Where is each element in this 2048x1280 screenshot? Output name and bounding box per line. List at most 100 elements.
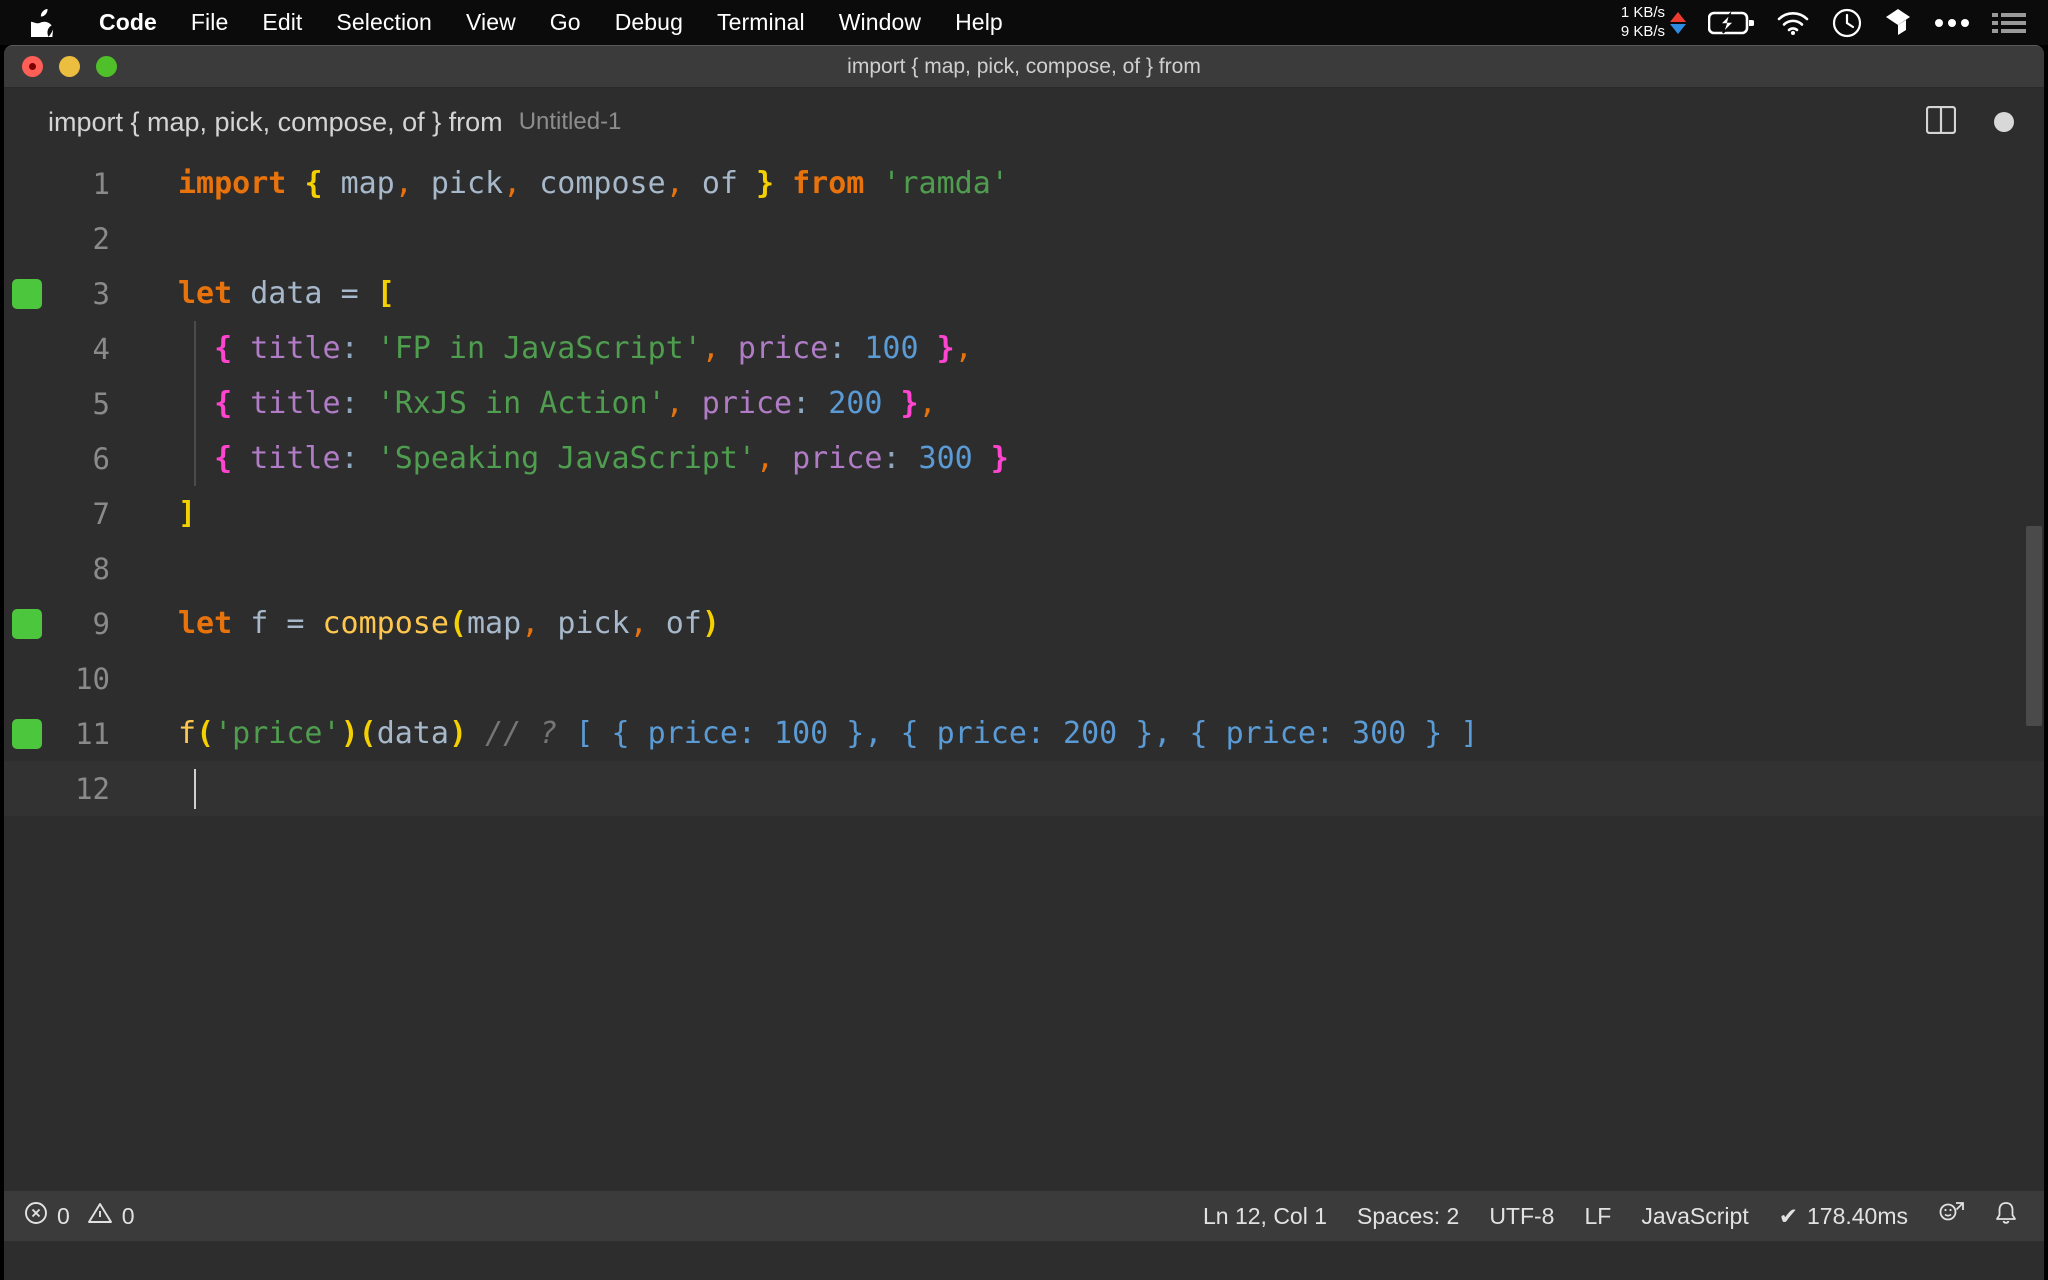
code-token: : xyxy=(340,386,359,421)
line-content[interactable]: f('price')(data) // ? [ { price: 100 }, … xyxy=(124,716,1478,751)
code-line[interactable]: 11 f('price')(data) // ? [ { price: 100 }… xyxy=(4,706,2044,761)
code-line[interactable]: 5 { title: 'RxJS in Action', price: 200 … xyxy=(4,376,2044,431)
menu-item-help[interactable]: Help xyxy=(938,9,1020,36)
code-token: { xyxy=(214,331,233,366)
code-token: : xyxy=(340,441,359,476)
code-line[interactable]: 7] xyxy=(4,486,2044,541)
battery-charging-icon[interactable] xyxy=(1708,10,1754,36)
minimize-button[interactable] xyxy=(59,56,80,77)
control-center-list-icon[interactable] xyxy=(1992,11,2026,35)
code-token: , xyxy=(629,606,648,641)
clock-icon[interactable] xyxy=(1832,8,1862,38)
code-line[interactable]: 12 xyxy=(4,761,2044,816)
code-line[interactable]: 8 xyxy=(4,541,2044,596)
code-line[interactable]: 1 import { map, pick, compose, of } from … xyxy=(4,156,2044,211)
indentation-setting[interactable]: Spaces: 2 xyxy=(1357,1203,1459,1230)
menu-item-code[interactable]: Code xyxy=(82,9,174,36)
code-editor[interactable]: 1 import { map, pick, compose, of } from … xyxy=(4,156,2044,1191)
editor-scrollbar-thumb[interactable] xyxy=(2026,526,2042,726)
code-line[interactable]: 2 xyxy=(4,211,2044,266)
line-content[interactable]: { title: 'RxJS in Action', price: 200 }, xyxy=(124,386,936,421)
line-content[interactable]: { title: 'Speaking JavaScript', price: 3… xyxy=(124,441,1009,476)
menu-item-debug[interactable]: Debug xyxy=(598,9,700,36)
code-token: 'FP in JavaScript' xyxy=(376,331,702,366)
code-token: { xyxy=(304,166,323,201)
network-speed-indicator[interactable]: 1 KB/s 9 KB/s xyxy=(1621,4,1686,42)
menu-item-window[interactable]: Window xyxy=(822,9,938,36)
dropbox-icon[interactable] xyxy=(1884,8,1912,38)
tab-label[interactable]: import { map, pick, compose, of } from xyxy=(48,107,503,138)
code-token: } xyxy=(936,331,955,366)
apple-logo-icon[interactable] xyxy=(30,8,56,38)
code-token: 'ramda' xyxy=(882,166,1009,201)
menu-item-terminal[interactable]: Terminal xyxy=(700,9,822,36)
gutter-marker-icon[interactable] xyxy=(4,718,50,749)
upload-speed: 1 KB/s xyxy=(1620,3,1665,21)
code-token: : xyxy=(882,441,901,476)
code-token: { xyxy=(214,441,233,476)
gutter-marker-icon[interactable] xyxy=(4,608,50,639)
code-token: title xyxy=(250,386,341,421)
menu-item-selection[interactable]: Selection xyxy=(319,9,449,36)
code-line[interactable]: 4 { title: 'FP in JavaScript', price: 10… xyxy=(4,321,2044,376)
split-editor-icon[interactable] xyxy=(1925,105,1957,139)
feedback-smiley-icon[interactable] xyxy=(1938,1200,1964,1232)
bell-icon[interactable] xyxy=(1994,1200,2018,1232)
code-token: , xyxy=(755,441,775,476)
code-line[interactable]: 3 let data = [ xyxy=(4,266,2044,321)
line-content[interactable]: import { map, pick, compose, of } from '… xyxy=(124,166,1009,201)
ellipsis-icon[interactable] xyxy=(1934,17,1970,29)
line-content[interactable]: let data = [ xyxy=(124,276,395,311)
code-token: import xyxy=(178,166,287,201)
quokka-time: 178.40ms xyxy=(1806,1202,1908,1229)
eol-setting[interactable]: LF xyxy=(1584,1203,1611,1230)
close-button[interactable] xyxy=(22,56,43,77)
maximize-button[interactable] xyxy=(96,56,117,77)
menu-item-file[interactable]: File xyxy=(174,9,245,36)
code-lines-container: 1 import { map, pick, compose, of } from … xyxy=(4,156,2044,816)
code-token: : xyxy=(340,331,359,366)
code-line[interactable]: 9 let f = compose(map, pick, of) xyxy=(4,596,2044,651)
menu-item-view[interactable]: View xyxy=(449,9,533,36)
language-mode[interactable]: JavaScript xyxy=(1641,1203,1748,1230)
menu-item-go[interactable]: Go xyxy=(533,9,598,36)
line-content[interactable]: ] xyxy=(124,496,196,531)
indent-guide xyxy=(194,376,196,431)
cursor-position[interactable]: Ln 12, Col 1 xyxy=(1203,1203,1327,1230)
code-line[interactable]: 6 { title: 'Speaking JavaScript', price:… xyxy=(4,431,2044,486)
code-token: : xyxy=(792,386,811,421)
code-token: price xyxy=(701,386,793,421)
code-token: ) xyxy=(701,606,720,641)
line-content[interactable]: let f = compose(map, pick, of) xyxy=(124,606,720,641)
code-line[interactable]: 10 xyxy=(4,651,2044,706)
code-token: , xyxy=(954,331,973,366)
code-token: } xyxy=(756,166,775,201)
menu-item-edit[interactable]: Edit xyxy=(245,9,319,36)
status-bar-left: 0 0 xyxy=(24,1201,135,1231)
problems-indicator[interactable]: 0 0 xyxy=(24,1201,135,1231)
menu-bar-status-items: 1 KB/s 9 KB/s xyxy=(1621,4,2026,42)
line-number: 1 xyxy=(92,166,110,201)
line-content[interactable]: { title: 'FP in JavaScript', price: 100 … xyxy=(124,331,973,366)
wifi-icon[interactable] xyxy=(1776,10,1810,36)
download-speed: 9 KB/s xyxy=(1620,22,1665,40)
code-token: f xyxy=(250,606,269,641)
menu-items-list: Code File Edit Selection View Go Debug T… xyxy=(82,9,1020,36)
encoding-setting[interactable]: UTF-8 xyxy=(1489,1203,1554,1230)
quokka-runtime[interactable]: ✔ 178.40ms xyxy=(1779,1203,1908,1230)
unsaved-dot-icon[interactable] xyxy=(1994,112,2014,132)
code-token: map xyxy=(340,166,395,201)
gutter-marker-icon[interactable] xyxy=(4,278,50,309)
